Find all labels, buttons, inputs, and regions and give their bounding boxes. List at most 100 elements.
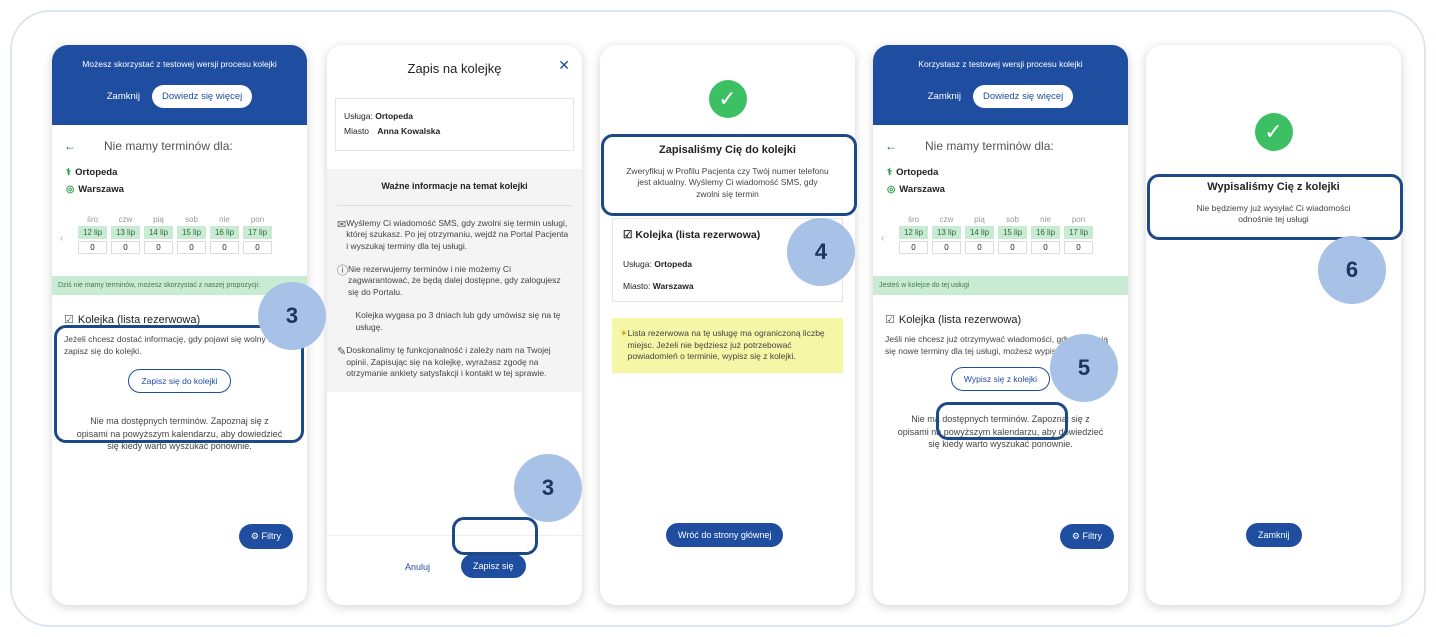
location-icon: ◎ (66, 184, 75, 195)
day-label: pią (974, 215, 985, 224)
slot-count: 0 (899, 241, 928, 254)
info-text: Nie rezerwujemy terminów i nie możemy Ci… (348, 264, 561, 297)
list-icon: ☑ (623, 229, 636, 242)
day-label: pon (250, 215, 265, 224)
cancel-link[interactable]: Anuluj (405, 562, 430, 572)
date-cell[interactable]: 16 lip (210, 226, 239, 239)
no-dates-heading: Nie mamy terminów dla: (925, 139, 1054, 153)
info-section: Ważne informacje na temat kolejki ✉ Wyśle… (327, 168, 582, 392)
home-button[interactable]: Wróć do strony głównej (666, 523, 784, 547)
service-label: Usługa: (344, 111, 373, 121)
slot-count: 0 (177, 241, 206, 254)
stethoscope-icon: ⚕ (887, 167, 893, 178)
success-check-icon: ✓ (1254, 113, 1293, 151)
city-value: Warszawa (652, 281, 694, 292)
sms-icon: ✉ (337, 218, 347, 231)
day-label: czw (939, 215, 954, 224)
date-cell[interactable]: 14 lip (965, 226, 994, 239)
warning-box: ☀ Lista rezerwowa na tę usługę ma ograni… (612, 318, 843, 373)
close-link[interactable]: Zamknij (107, 91, 140, 102)
phone-screen-4: Korzystasz z testowej wersji procesu kol… (873, 45, 1128, 605)
info-text: Kolejka wygasa po 3 dniach lub gdy umówi… (355, 310, 561, 332)
test-banner: Korzystasz z testowej wersji procesu kol… (873, 45, 1128, 125)
filters-icon: ⚙ (1071, 531, 1083, 541)
phone-screen-5: ✓ Wypisaliśmy Cię z kolejki Nie będziemy… (1146, 45, 1401, 605)
filters-button[interactable]: ⚙ Filtry (238, 524, 293, 549)
slot-count: 0 (965, 241, 994, 254)
date-cell[interactable]: 17 lip (1064, 226, 1093, 239)
stethoscope-icon: ⚕ (66, 167, 72, 178)
slot-count: 0 (144, 241, 173, 254)
filters-button[interactable]: ⚙ Filtry (1059, 524, 1114, 549)
service-value: Ortopeda (654, 259, 692, 270)
day-label: śro (907, 215, 920, 224)
day-label: sob (1006, 215, 1019, 224)
step-badge: 4 (787, 218, 855, 286)
date-cell[interactable]: 17 lip (243, 226, 272, 239)
back-arrow-icon[interactable]: ← (64, 139, 104, 153)
city-name: Warszawa (78, 184, 124, 195)
highlight-leave-queue-button (936, 402, 1068, 440)
day-label: czw (118, 215, 133, 224)
city-label: Miasto (344, 126, 370, 137)
learn-more-button[interactable]: Dowiedz się więcej (152, 85, 253, 108)
city-label: Miasto: (623, 281, 651, 292)
no-dates-heading: Nie mamy terminów dla: (104, 139, 233, 153)
slot-count: 0 (1064, 241, 1093, 254)
list-icon: ☑ (885, 314, 895, 327)
info-title: Ważne informacje na temat kolejki (337, 181, 572, 206)
filters-label: Filtry (261, 531, 282, 541)
close-icon[interactable]: ✕ (558, 57, 570, 74)
step-badge: 5 (1050, 334, 1118, 402)
date-cell[interactable]: 16 lip (1031, 226, 1060, 239)
in-queue-notice: Jesteś w kolejce do tej usługi (873, 276, 1128, 296)
slot-count: 0 (998, 241, 1027, 254)
date-cell[interactable]: 15 lip (177, 226, 206, 239)
slot-count: 0 (111, 241, 140, 254)
service-name: Ortopeda (75, 167, 118, 178)
phone-screen-3: ✓ Zapisaliśmy Cię do kolejki Zweryfikuj … (600, 45, 855, 605)
date-cell[interactable]: 12 lip (899, 226, 928, 239)
city-name: Warszawa (899, 184, 945, 195)
calendar: ‹ śro czw pią sob nie pon 12 lip 13 lip … (60, 213, 299, 256)
calendar: ‹ śro czw pią sob nie pon 12 lip 13 lip … (881, 213, 1120, 256)
day-label: pią (153, 215, 164, 224)
test-banner: Możesz skorzystać z testowej wersji proc… (52, 45, 307, 125)
queue-title: Kolejka (lista rezerwowa) (635, 229, 761, 242)
location-icon: ◎ (887, 184, 896, 195)
info-icon: ⓘ (337, 265, 348, 277)
day-label: nie (219, 215, 230, 224)
date-cell[interactable]: 12 lip (78, 226, 107, 239)
back-arrow-icon[interactable]: ← (885, 139, 925, 153)
service-value: Ortopeda (375, 111, 413, 121)
calendar-prev-icon[interactable]: ‹ (881, 233, 884, 244)
queue-title: Kolejka (lista rezerwowa) (898, 314, 1022, 327)
highlight-unsubscribe-message (1147, 174, 1403, 240)
highlight-submit-button (452, 517, 538, 555)
service-label: Usługa: (623, 259, 652, 270)
submit-button[interactable]: Zapisz się (461, 554, 526, 578)
date-cell[interactable]: 13 lip (111, 226, 140, 239)
date-cell[interactable]: 13 lip (932, 226, 961, 239)
day-label: sob (185, 215, 198, 224)
leave-queue-button[interactable]: Wypisz się z kolejki (950, 367, 1051, 392)
step-badge: 3 (514, 454, 582, 522)
date-cell[interactable]: 15 lip (998, 226, 1027, 239)
filters-icon: ⚙ (250, 531, 262, 541)
success-check-icon: ✓ (708, 80, 747, 118)
patient-name: Anna Kowalska (377, 126, 441, 137)
info-text: Wyślemy Ci wiadomość SMS, gdy zwolni się… (346, 217, 569, 251)
banner-text: Korzystasz z testowej wersji procesu kol… (918, 59, 1083, 69)
slot-count: 0 (1031, 241, 1060, 254)
slot-count: 0 (932, 241, 961, 254)
close-button[interactable]: Zamknij (1246, 523, 1302, 547)
learn-more-button[interactable]: Dowiedz się więcej (973, 85, 1074, 108)
day-label: śro (86, 215, 99, 224)
close-link[interactable]: Zamknij (928, 91, 961, 102)
modal-title: Zapis na kolejkę (407, 61, 502, 76)
filters-label: Filtry (1082, 531, 1103, 541)
summary-card: Usługa: Ortopeda Miasto Anna Kowalska (335, 98, 574, 151)
calendar-prev-icon[interactable]: ‹ (60, 233, 63, 244)
date-cell[interactable]: 14 lip (144, 226, 173, 239)
highlight-queue-card-1 (54, 325, 304, 443)
